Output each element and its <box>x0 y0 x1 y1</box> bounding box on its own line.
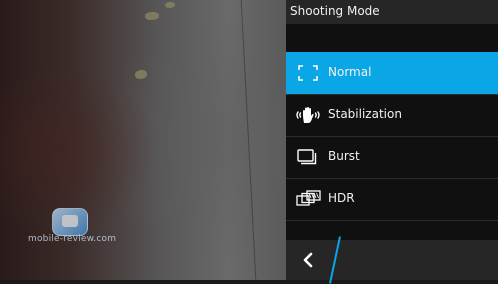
shooting-mode-panel: Shooting Mode Normal Stabilization Burst… <box>286 0 498 284</box>
watermark: mobile-review.com <box>28 208 117 248</box>
leaf <box>165 2 175 8</box>
stacked-frames-icon <box>296 147 320 167</box>
panel-title: Shooting Mode <box>290 4 380 18</box>
leaf <box>135 70 147 79</box>
menu-item-normal[interactable]: Normal <box>286 52 498 94</box>
pavement-crack <box>240 0 257 280</box>
chevron-left-icon <box>302 252 314 272</box>
panel-header: Shooting Mode <box>286 0 498 24</box>
menu-item-label: HDR <box>328 191 355 205</box>
focus-brackets-icon <box>296 63 320 83</box>
panel-footer <box>286 236 498 284</box>
shooting-mode-menu: Normal Stabilization Burst HDR <box>286 52 498 221</box>
menu-item-label: Burst <box>328 149 360 163</box>
shaking-hand-icon <box>296 105 320 125</box>
watermark-logo <box>52 208 88 236</box>
menu-item-stabilization[interactable]: Stabilization <box>286 94 498 136</box>
hdr-frames-icon <box>296 189 321 209</box>
menu-item-label: Normal <box>328 65 372 79</box>
menu-item-label: Stabilization <box>328 107 402 121</box>
leaf <box>145 12 159 20</box>
back-button[interactable] <box>286 240 332 280</box>
menu-item-hdr[interactable]: HDR <box>286 178 498 221</box>
menu-item-burst[interactable]: Burst <box>286 136 498 178</box>
watermark-text: mobile-review.com <box>28 234 117 244</box>
